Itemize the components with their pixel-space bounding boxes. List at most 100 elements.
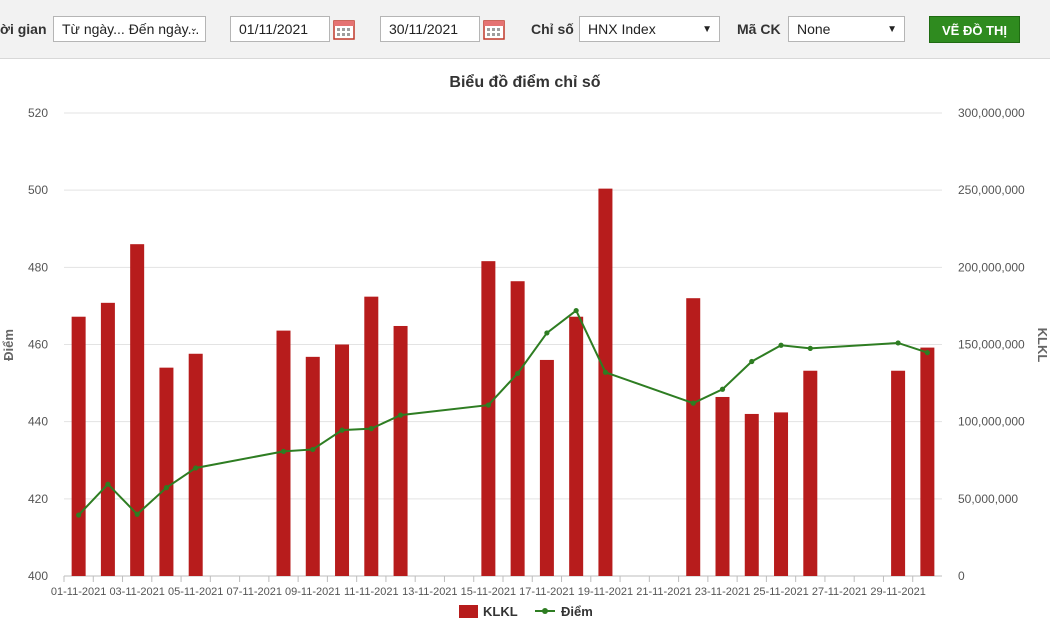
bar-series (71, 188, 935, 576)
right-tick-label: 200,000,000 (958, 260, 1025, 274)
line-point (193, 465, 199, 471)
right-axis-ticks: 0 50,000,000 100,000,000 150,000,000 200,000… (958, 106, 1025, 583)
left-axis-label: Điểm (1, 329, 16, 361)
bar (335, 344, 350, 576)
right-tick-label: 250,000,000 (958, 183, 1025, 197)
legend-bar-swatch (459, 605, 478, 618)
right-tick-label: 100,000,000 (958, 415, 1025, 429)
chevron-down-icon: ⌄ (189, 23, 198, 34)
chart-area: Biểu đồ điểm chỉ số 400 420 440 460 480 500 52… (1, 73, 1050, 619)
line-point (310, 446, 316, 453)
filter-toolbar: ời gian Từ ngày... Đến ngày... ⌄ 01/11/2… (0, 0, 1050, 59)
line-point (778, 342, 784, 348)
time-range-select[interactable]: Từ ngày... Đến ngày... ⌄ (53, 16, 206, 42)
bar (188, 353, 203, 576)
bar (100, 302, 115, 576)
x-tick-label: 29-11-2021 (870, 586, 925, 598)
line-point (895, 340, 901, 346)
legend-label-klkl: KLKL (483, 604, 518, 619)
line-point (163, 485, 170, 491)
legend-label-diem: Điểm (561, 604, 593, 619)
x-tick-label: 11-11-2021 (344, 586, 399, 598)
line-point (397, 412, 404, 418)
x-tick-label: 19-11-2021 (578, 586, 633, 598)
x-tick-label: 15-11-2021 (461, 586, 516, 598)
x-tick-label: 17-11-2021 (519, 586, 574, 598)
ck-value: None (797, 21, 831, 37)
index-select[interactable]: HNX Index ▼ (579, 16, 720, 42)
x-tick-label: 07-11-2021 (227, 586, 282, 598)
bar (774, 412, 789, 576)
bar (569, 316, 584, 576)
bar (686, 298, 701, 576)
line-point (749, 358, 755, 365)
left-tick-label: 400 (28, 569, 48, 583)
x-tick-label: 27-11-2021 (812, 586, 867, 598)
bar (393, 325, 408, 576)
bar (481, 261, 496, 576)
line-point (515, 370, 521, 377)
to-date-value: 30/11/2021 (389, 21, 459, 37)
line-series (76, 307, 930, 518)
legend: KLKL Điểm (459, 604, 593, 619)
time-range-value: Từ ngày... Đến ngày... (62, 21, 200, 37)
line-point (280, 448, 287, 454)
bar (510, 281, 525, 576)
right-axis-label: KLKL (1035, 328, 1050, 363)
bar (715, 396, 730, 576)
bar (920, 347, 935, 576)
x-tick-label: 03-11-2021 (109, 586, 164, 598)
right-tick-label: 50,000,000 (958, 492, 1018, 506)
bar (539, 359, 554, 576)
from-date-input[interactable]: 01/11/2021 (230, 16, 330, 42)
bar (598, 188, 613, 576)
line-point (719, 386, 726, 392)
bar (130, 244, 145, 576)
line-path (77, 309, 928, 516)
bar (364, 296, 379, 576)
bar (744, 413, 759, 576)
calendar-icon[interactable] (333, 18, 355, 40)
bar (159, 367, 174, 576)
right-tick-label: 300,000,000 (958, 106, 1025, 120)
line-point (690, 400, 696, 406)
left-axis-ticks: 400 420 440 460 480 500 520 (28, 106, 48, 583)
to-date-input[interactable]: 30/11/2021 (380, 16, 480, 42)
time-label: ời gian (0, 21, 47, 37)
x-tick-label: 01-11-2021 (51, 586, 106, 598)
line-point (924, 350, 930, 356)
chart-title: Biểu đồ điểm chỉ số (449, 73, 600, 91)
right-tick-label: 150,000,000 (958, 338, 1025, 352)
bar (891, 370, 906, 576)
line-point (368, 426, 374, 432)
dropdown-arrow-icon: ▼ (887, 24, 897, 35)
line-point (544, 330, 550, 336)
left-tick-label: 420 (28, 492, 48, 506)
x-tick-label: 23-11-2021 (695, 586, 750, 598)
bar (305, 356, 320, 576)
calendar-icon[interactable] (483, 18, 505, 40)
from-date-value: 01/11/2021 (239, 21, 309, 37)
line-point (339, 427, 345, 433)
left-tick-label: 440 (28, 415, 48, 429)
index-label: Chỉ số (531, 21, 574, 37)
ck-select[interactable]: None ▼ (788, 16, 905, 42)
bar (803, 370, 818, 576)
right-tick-label: 0 (958, 569, 965, 583)
x-tick-label: 05-11-2021 (168, 586, 223, 598)
draw-chart-button[interactable]: VẼ ĐỒ THỊ (929, 16, 1020, 43)
line-point (485, 402, 491, 408)
legend-line-marker (542, 608, 548, 614)
x-tick-label: 21-11-2021 (636, 586, 691, 598)
line-point (134, 511, 140, 517)
ck-label: Mã CK (737, 21, 781, 37)
line-point (76, 512, 82, 518)
left-tick-label: 480 (28, 260, 48, 274)
index-value: HNX Index (588, 21, 656, 37)
x-tick-label: 25-11-2021 (753, 586, 808, 598)
left-tick-label: 500 (28, 183, 48, 197)
x-tick-label: 09-11-2021 (285, 586, 340, 598)
line-point (602, 369, 609, 375)
dropdown-arrow-icon: ▼ (702, 24, 712, 35)
x-axis-ticks: 01-11-2021 03-11-2021 05-11-2021 07-11-2021… (51, 576, 926, 598)
